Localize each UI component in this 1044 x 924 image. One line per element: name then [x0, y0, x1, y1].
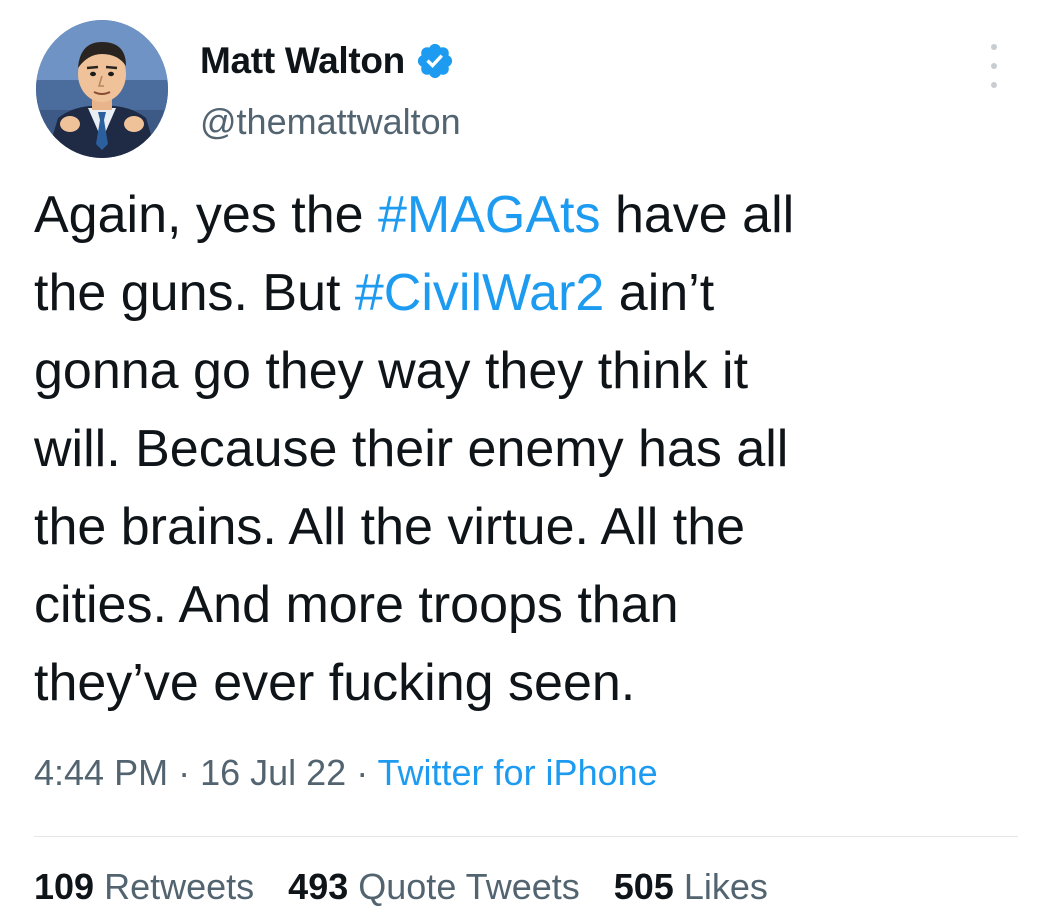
tweet-text-line: cities. And more troops than — [34, 566, 1034, 644]
more-dot — [991, 44, 997, 50]
retweets-label: Retweets — [104, 866, 255, 907]
tweet-text-line: they’ve ever fucking seen. — [34, 644, 1034, 722]
avatar[interactable] — [36, 20, 168, 158]
tweet-date[interactable]: 16 Jul 22 — [200, 752, 346, 793]
tweet-card: Matt Walton @themattwalton Again, yes th… — [0, 0, 1044, 924]
tweet-text-segment: gonna go they way they think it — [34, 342, 749, 400]
tweet-text-segment: Again, yes the — [34, 186, 378, 244]
tweet-text-segment: will. Because their enemy has all — [34, 420, 789, 478]
tweet-text-segment: they’ve ever fucking seen. — [34, 654, 636, 712]
quote-tweets-stat[interactable]: 493 Quote Tweets — [288, 866, 580, 908]
hashtag-link[interactable]: #MAGAts — [378, 186, 601, 244]
quote-tweets-count: 493 — [288, 866, 349, 907]
engagement-stats: 109 Retweets 493 Quote Tweets 505 Likes — [34, 866, 768, 908]
tweet-source-link[interactable]: Twitter for iPhone — [378, 752, 658, 793]
divider — [34, 836, 1018, 837]
likes-stat[interactable]: 505 Likes — [614, 866, 768, 908]
tweet-text-segment: have all — [600, 186, 795, 244]
likes-label: Likes — [683, 866, 768, 907]
verified-badge-icon — [417, 43, 453, 79]
tweet-text-segment: cities. And more troops than — [34, 576, 679, 634]
tweet-text-segment: ain’t — [604, 264, 715, 322]
tweet-text-line: the guns. But #CivilWar2 ain’t — [34, 254, 1034, 332]
more-dot — [991, 82, 997, 88]
retweets-count: 109 — [34, 866, 95, 907]
cartoon-portrait-avatar-icon — [36, 20, 168, 158]
tweet-text-line: Again, yes the #MAGAts have all — [34, 176, 1034, 254]
tweet-meta: 4:44 PM · 16 Jul 22 · Twitter for iPhone — [34, 752, 658, 794]
tweet-text-line: will. Because their enemy has all — [34, 410, 1034, 488]
hashtag-link[interactable]: #CivilWar2 — [355, 264, 604, 322]
tweet-time[interactable]: 4:44 PM — [34, 752, 168, 793]
tweet-text: Again, yes the #MAGAts have all the guns.… — [34, 176, 1034, 722]
author-handle[interactable]: @themattwalton — [200, 101, 461, 143]
more-dot — [991, 63, 997, 69]
likes-count: 505 — [613, 866, 674, 907]
tweet-text-line: gonna go they way they think it — [34, 332, 1034, 410]
quote-tweets-label: Quote Tweets — [358, 866, 580, 907]
retweets-stat[interactable]: 109 Retweets — [34, 866, 254, 908]
tweet-text-segment: the guns. But — [34, 264, 355, 322]
tweet-text-segment: the brains. All the virtue. All the — [34, 498, 746, 556]
more-options-icon[interactable] — [983, 44, 1005, 88]
meta-separator: · — [346, 752, 378, 793]
tweet-text-line: the brains. All the virtue. All the — [34, 488, 1034, 566]
author-display-name[interactable]: Matt Walton — [200, 40, 405, 82]
author-name-row: Matt Walton — [200, 36, 455, 86]
meta-separator: · — [168, 752, 201, 793]
